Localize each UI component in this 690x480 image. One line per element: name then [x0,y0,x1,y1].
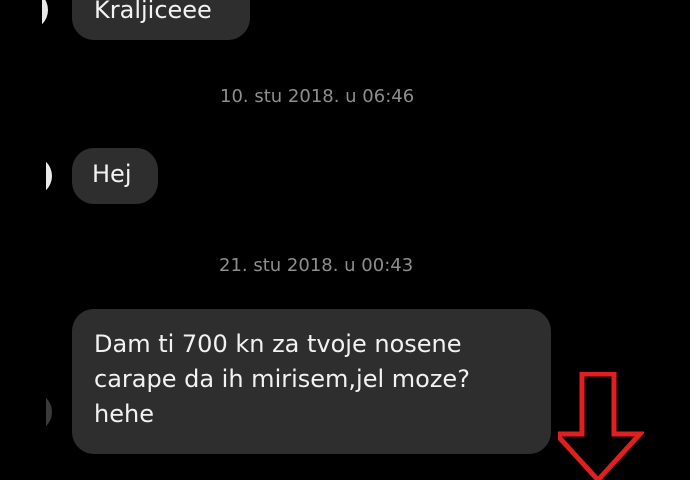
red-down-arrow-icon [558,372,644,480]
message-timestamp: 21. stu 2018. u 00:43 [219,255,414,276]
sender-avatar[interactable] [12,156,52,196]
message-text: Hej [92,160,132,188]
chat-thread: Kraljiceee 10. stu 2018. u 06:46 Hej 21.… [0,0,690,480]
message-text-line: Dam ti 700 kn za tvoje nosene [94,330,462,358]
sender-avatar[interactable] [8,0,48,30]
message-bubble[interactable]: Dam ti 700 kn za tvoje nosene carape da … [72,309,551,454]
sender-avatar[interactable] [12,392,52,432]
message-bubble[interactable]: Kraljiceee [72,0,250,40]
message-text: Kraljiceee [94,0,212,24]
message-text-line: carape da ih mirisem,jel moze? [94,365,470,393]
message-bubble[interactable]: Hej [72,148,158,204]
message-text-line: hehe [94,400,154,428]
message-timestamp: 10. stu 2018. u 06:46 [220,86,415,107]
